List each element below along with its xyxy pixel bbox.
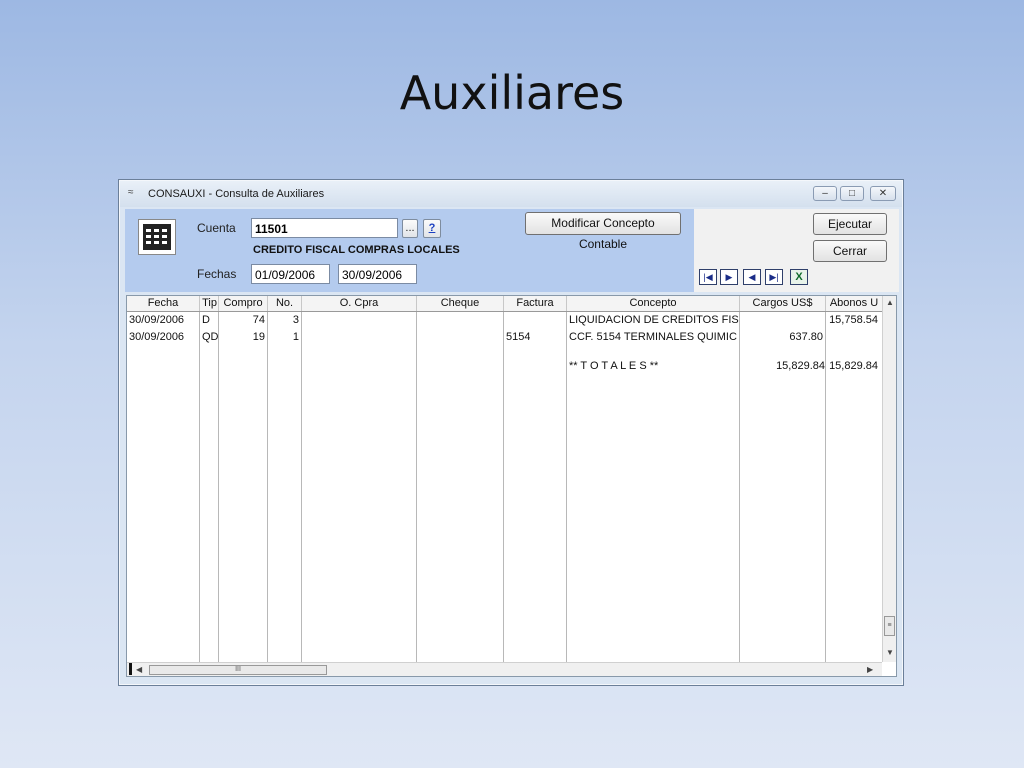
first-record-icon[interactable]: |◀: [699, 269, 717, 285]
vertical-scroll-thumb[interactable]: ≡: [884, 616, 895, 636]
close-button[interactable]: ✕: [870, 186, 896, 201]
column-header[interactable]: Cargos US$: [740, 297, 825, 309]
column-header[interactable]: O. Cpra: [302, 297, 416, 309]
horizontal-scrollbar[interactable]: ◀ III ▶: [127, 662, 882, 676]
query-panel: Cuenta 11501 ... ? CREDITO FISCAL COMPRA…: [125, 209, 694, 292]
minimize-button[interactable]: –: [813, 186, 837, 201]
column-divider: [566, 312, 567, 662]
browse-button[interactable]: ...: [402, 219, 418, 238]
window-title: CONSAUXI - Consulta de Auxiliares: [148, 188, 325, 200]
ledger-icon: [138, 219, 176, 255]
horizontal-scroll-thumb[interactable]: III: [149, 665, 327, 675]
column-header[interactable]: Concepto: [567, 297, 739, 309]
table-cell[interactable]: 30/09/2006: [129, 331, 184, 343]
table-cell[interactable]: CCF. 5154 TERMINALES QUIMIC: [569, 331, 739, 343]
table-cell[interactable]: LIQUIDACION DE CREDITOS FIS: [569, 314, 739, 326]
scroll-left-icon[interactable]: ◀: [136, 665, 142, 674]
column-header[interactable]: No.: [268, 297, 301, 309]
column-header[interactable]: Fecha: [127, 297, 199, 309]
column-divider: [301, 312, 302, 662]
table-cell[interactable]: D: [202, 314, 210, 326]
scroll-right-icon[interactable]: ▶: [867, 665, 873, 674]
grid-header: Fecha Tip Compro No. O. Cpra Cheque Fact…: [127, 296, 882, 312]
totals-label: ** T O T A L E S **: [569, 360, 659, 372]
fecha-desde-input[interactable]: 01/09/2006: [251, 264, 330, 284]
table-cell[interactable]: 15,758.54: [826, 314, 878, 326]
ejecutar-button[interactable]: Ejecutar: [813, 213, 887, 235]
record-marker: [129, 663, 132, 675]
column-divider: [416, 312, 417, 662]
maximize-button[interactable]: □: [840, 186, 864, 201]
previous-record-icon[interactable]: ◀: [743, 269, 761, 285]
column-header[interactable]: Tip: [200, 297, 219, 309]
table-cell[interactable]: 74: [219, 314, 265, 326]
app-icon: ≈: [128, 187, 134, 198]
slide-title: Auxiliares: [399, 66, 625, 120]
column-divider: [218, 312, 219, 662]
scroll-up-icon[interactable]: ▲: [886, 298, 894, 307]
table-cell[interactable]: 637.80: [740, 331, 823, 343]
column-header[interactable]: Cheque: [417, 297, 503, 309]
cuenta-input[interactable]: 11501: [251, 218, 398, 238]
consauxi-window: ≈ CONSAUXI - Consulta de Auxiliares – □ …: [118, 179, 904, 686]
table-cell[interactable]: 30/09/2006: [129, 314, 184, 326]
column-divider: [199, 312, 200, 662]
cuenta-label: Cuenta: [197, 221, 236, 235]
auxiliares-grid: Fecha Tip Compro No. O. Cpra Cheque Fact…: [126, 295, 897, 677]
fechas-label: Fechas: [197, 267, 237, 281]
totals-cargos: 15,829.84: [776, 360, 825, 372]
scroll-down-icon[interactable]: ▼: [886, 648, 894, 657]
totals-abonos: 15,829.84: [829, 360, 878, 372]
column-header[interactable]: Abonos U: [826, 297, 882, 309]
table-cell[interactable]: 3: [268, 314, 299, 326]
column-header[interactable]: Compro: [219, 297, 267, 309]
cuenta-description: CREDITO FISCAL COMPRAS LOCALES: [253, 244, 460, 256]
fecha-hasta-input[interactable]: 30/09/2006: [338, 264, 417, 284]
column-divider: [267, 312, 268, 662]
table-cell[interactable]: QD: [202, 331, 219, 343]
next-record-icon[interactable]: ▶: [720, 269, 738, 285]
help-button[interactable]: ?: [423, 219, 441, 238]
vertical-scrollbar[interactable]: ▲ ≡ ▼: [882, 296, 896, 662]
modificar-concepto-button[interactable]: Modificar Concepto Contable: [525, 212, 681, 251]
table-cell[interactable]: 19: [219, 331, 265, 343]
column-header[interactable]: Factura: [504, 297, 566, 309]
last-record-icon[interactable]: ▶|: [765, 269, 783, 285]
excel-export-icon[interactable]: X: [790, 269, 808, 285]
table-cell[interactable]: 5154: [506, 331, 530, 343]
cerrar-button[interactable]: Cerrar: [813, 240, 887, 262]
window-titlebar[interactable]: ≈ CONSAUXI - Consulta de Auxiliares – □ …: [120, 181, 902, 207]
column-divider: [503, 312, 504, 662]
table-cell[interactable]: 1: [268, 331, 299, 343]
